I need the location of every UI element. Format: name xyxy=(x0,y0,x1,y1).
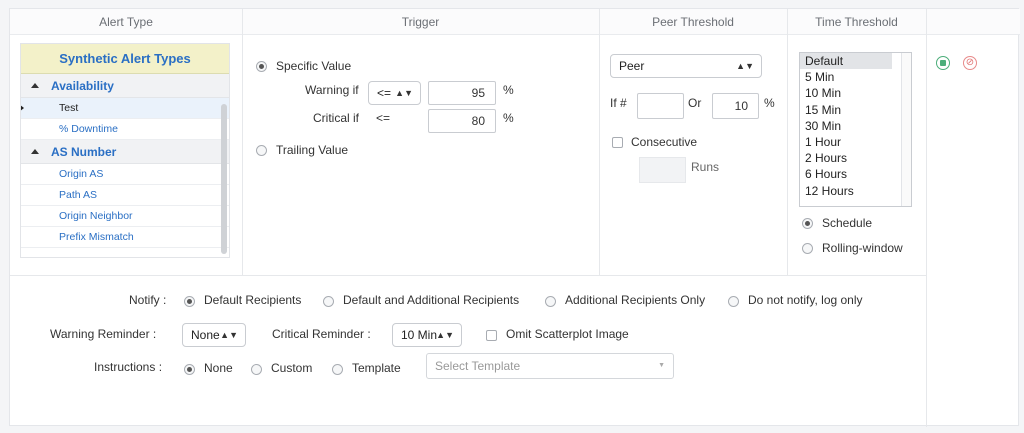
notify-default-label: Default Recipients xyxy=(204,293,302,307)
runs-label: Runs xyxy=(691,160,720,174)
header-alert-type: Alert Type xyxy=(10,9,242,35)
consecutive-label: Consecutive xyxy=(631,135,698,149)
tree-title: Synthetic Alert Types xyxy=(21,44,229,74)
instructions-custom-label: Custom xyxy=(271,361,313,375)
or-percent-input[interactable]: 10 xyxy=(712,93,759,119)
time-option[interactable]: 6 Hours xyxy=(800,166,892,182)
header-trigger: Trigger xyxy=(242,9,599,35)
warning-value-input[interactable]: 95 xyxy=(428,81,496,105)
updown-icon: ▲▼ xyxy=(436,330,454,340)
time-option[interactable]: 10 Min xyxy=(800,85,892,101)
critical-reminder-label: Critical Reminder : xyxy=(272,327,371,341)
time-option[interactable]: 15 Min xyxy=(800,102,892,118)
select-template-placeholder: Select Template xyxy=(435,359,521,373)
header-actions xyxy=(926,9,1020,35)
trailing-value-label: Trailing Value xyxy=(276,143,349,157)
warning-if-label: Warning if xyxy=(305,83,359,97)
time-option[interactable]: 5 Min xyxy=(800,69,892,85)
tree-item-downtime[interactable]: % Downtime xyxy=(21,119,229,140)
critical-reminder-value: 10 Min xyxy=(401,328,438,342)
time-option[interactable]: 2 Hours xyxy=(800,150,892,166)
tree-item-origin-as[interactable]: Origin AS xyxy=(21,164,229,185)
updown-icon: ▲▼ xyxy=(395,88,413,98)
trailing-value-radio[interactable] xyxy=(256,145,267,156)
warning-operator-select[interactable]: <= ▲▼ xyxy=(368,81,421,105)
runs-input[interactable] xyxy=(639,157,686,183)
time-option[interactable]: 30 Min xyxy=(800,118,892,134)
tree-group-label: AS Number xyxy=(51,145,117,159)
notify-default-radio[interactable] xyxy=(184,296,195,307)
select-template-dropdown[interactable]: Select Template ▼ xyxy=(426,353,674,379)
collapse-icon xyxy=(31,149,39,154)
instructions-template-radio[interactable] xyxy=(332,364,343,375)
instructions-label: Instructions : xyxy=(94,360,163,374)
critical-reminder-select[interactable]: 10 Min ▲▼ xyxy=(392,323,462,347)
time-threshold-list[interactable]: Default 5 Min 10 Min 15 Min 30 Min 1 Hou… xyxy=(799,52,912,207)
save-icon[interactable] xyxy=(936,56,950,70)
instructions-custom-radio[interactable] xyxy=(251,364,262,375)
critical-unit: % xyxy=(503,111,514,125)
peer-select-value: Peer xyxy=(619,59,645,73)
omit-scatterplot-checkbox[interactable] xyxy=(486,330,497,341)
divider xyxy=(599,9,600,275)
tree-scrollbar[interactable] xyxy=(221,104,227,254)
time-option[interactable]: 1 Hour xyxy=(800,134,892,150)
collapse-icon xyxy=(31,83,39,88)
notify-log-only-radio[interactable] xyxy=(728,296,739,307)
schedule-radio[interactable] xyxy=(802,218,813,229)
notify-label: Notify : xyxy=(129,293,167,307)
warning-unit: % xyxy=(503,83,514,97)
or-label: Or xyxy=(688,96,702,110)
tree-group-availability[interactable]: Availability xyxy=(21,74,229,98)
warning-reminder-value: None xyxy=(191,328,220,342)
peer-select[interactable]: Peer ▲▼ xyxy=(610,54,762,78)
tree-item-origin-neighbor[interactable]: Origin Neighbor xyxy=(21,206,229,227)
tree-item-prefix-mismatch[interactable]: Prefix Mismatch xyxy=(21,227,229,248)
critical-operator: <= xyxy=(376,111,391,125)
alert-type-tree: Synthetic Alert Types Availability Test … xyxy=(20,43,230,258)
specific-value-radio[interactable] xyxy=(256,61,267,72)
dropdown-arrow-icon: ▼ xyxy=(658,362,665,369)
notify-log-only-label: Do not notify, log only xyxy=(748,293,863,307)
divider xyxy=(10,275,926,276)
tree-group-label: Availability xyxy=(51,79,114,93)
warning-reminder-label: Warning Reminder : xyxy=(50,327,157,341)
tree-item-test[interactable]: Test xyxy=(21,98,229,119)
alert-editor-panel: Alert Type Trigger Peer Threshold Time T… xyxy=(9,8,1020,427)
omit-scatterplot-label: Omit Scatterplot Image xyxy=(506,327,629,341)
or-percent-unit: % xyxy=(764,96,775,110)
consecutive-checkbox[interactable] xyxy=(612,137,623,148)
warning-operator-value: <= xyxy=(377,86,392,100)
notify-additional-only-label: Additional Recipients Only xyxy=(565,293,706,307)
divider xyxy=(926,9,927,427)
tree-group-as-number[interactable]: AS Number xyxy=(21,140,229,164)
critical-if-label: Critical if xyxy=(313,111,360,125)
instructions-template-label: Template xyxy=(352,361,401,375)
divider xyxy=(787,9,788,275)
notify-default-additional-radio[interactable] xyxy=(323,296,334,307)
if-number-label: If # xyxy=(610,96,627,110)
cancel-icon[interactable]: ⊘ xyxy=(963,56,977,70)
updown-icon: ▲▼ xyxy=(736,61,754,71)
specific-value-label: Specific Value xyxy=(276,59,352,73)
notify-additional-only-radio[interactable] xyxy=(545,296,556,307)
instructions-none-label: None xyxy=(204,361,233,375)
warning-reminder-select[interactable]: None ▲▼ xyxy=(182,323,246,347)
rolling-window-radio[interactable] xyxy=(802,243,813,254)
time-option[interactable]: Default xyxy=(800,53,892,70)
divider xyxy=(242,9,243,275)
notify-default-additional-label: Default and Additional Recipients xyxy=(343,293,520,307)
rolling-window-label: Rolling-window xyxy=(822,241,903,255)
updown-icon: ▲▼ xyxy=(220,330,238,340)
header-peer-threshold: Peer Threshold xyxy=(599,9,787,35)
tree-item-path-as[interactable]: Path AS xyxy=(21,185,229,206)
time-list-scrollbar[interactable] xyxy=(901,53,911,206)
instructions-none-radio[interactable] xyxy=(184,364,195,375)
header-time-threshold: Time Threshold xyxy=(787,9,926,35)
schedule-label: Schedule xyxy=(822,216,873,230)
time-option[interactable]: 12 Hours xyxy=(800,183,892,199)
critical-value-input[interactable]: 80 xyxy=(428,109,496,133)
if-number-input[interactable] xyxy=(637,93,684,119)
